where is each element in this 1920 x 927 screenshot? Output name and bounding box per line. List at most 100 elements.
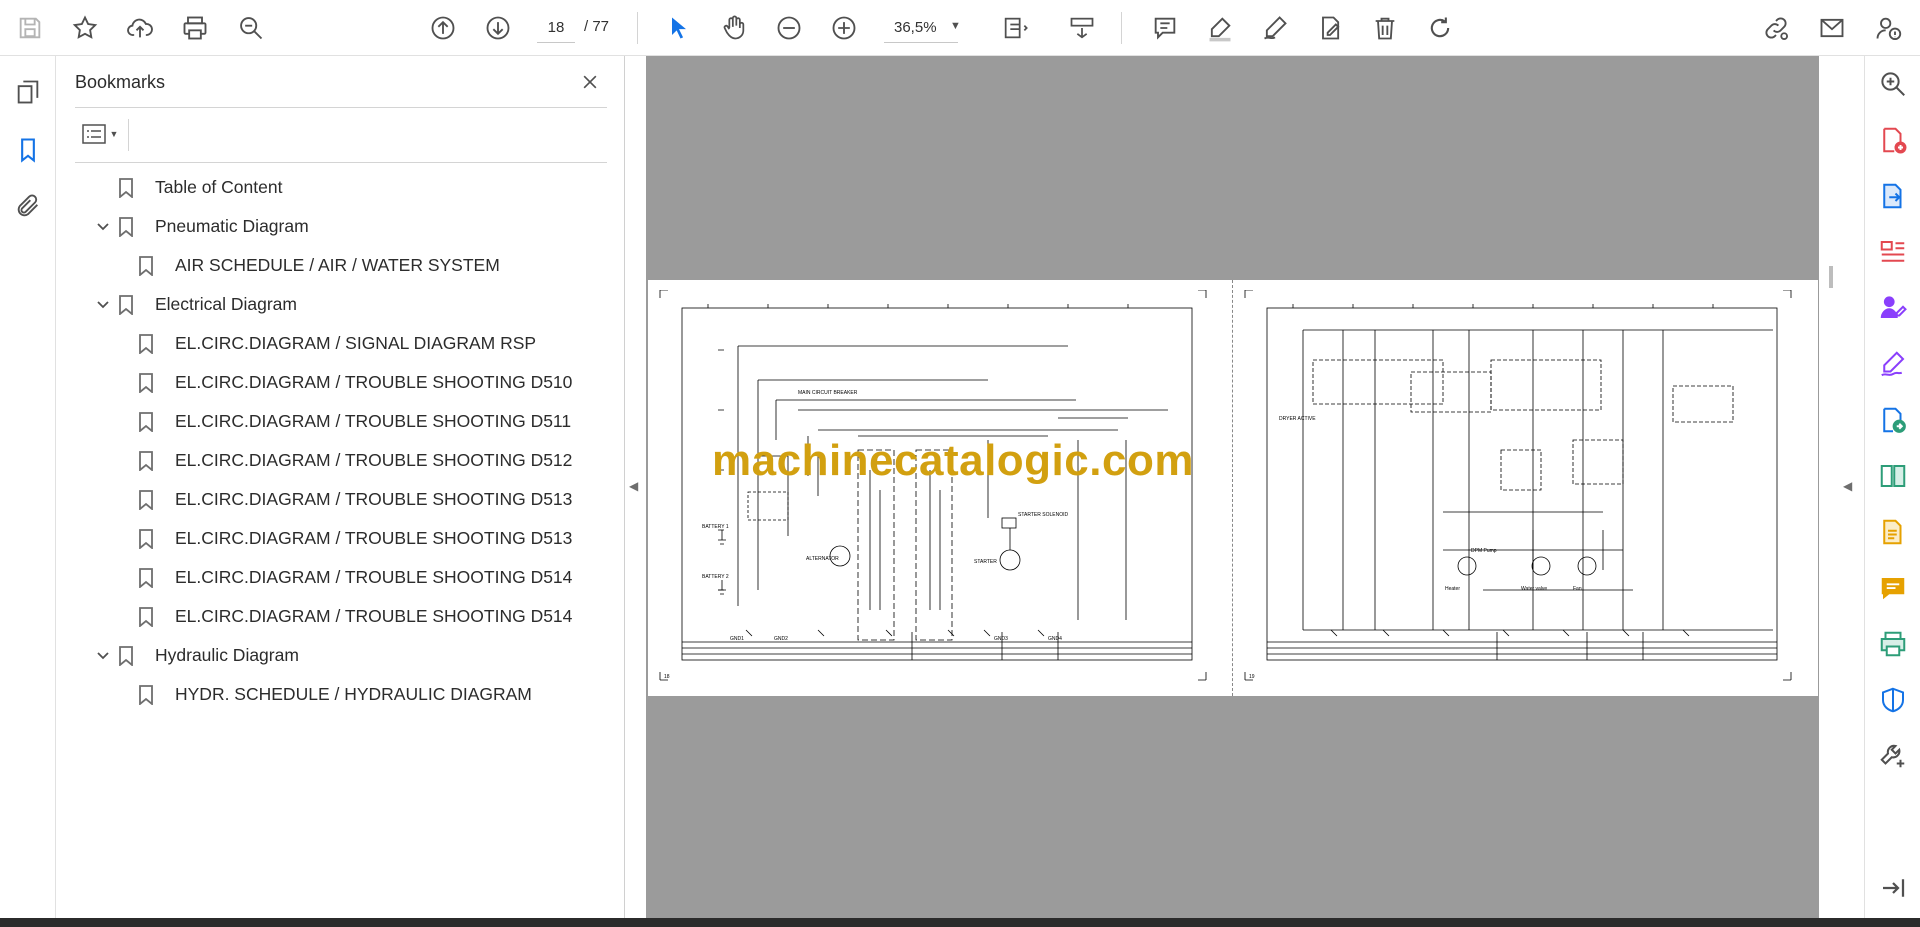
- schematic-label: GND1: [730, 636, 744, 642]
- rotate-icon[interactable]: [1420, 8, 1460, 48]
- bookmark-icon: [115, 177, 137, 199]
- bookmark-item[interactable]: EL.CIRC.DIAGRAM / TROUBLE SHOOTING D513: [113, 480, 572, 519]
- zoom-magnify-icon[interactable]: [1875, 66, 1911, 102]
- highlighter-icon[interactable]: [1200, 8, 1240, 48]
- zoom-out-icon[interactable]: [769, 8, 809, 48]
- zoom-level-input[interactable]: [884, 13, 958, 43]
- schematic-label: MAIN CIRCUIT BREAKER: [798, 390, 858, 396]
- page-spread: MAIN CIRCUIT BREAKER BATTERY 1 BATTERY 2…: [648, 280, 1818, 696]
- zoom-in-icon[interactable]: [824, 8, 864, 48]
- account-help-icon[interactable]: [1868, 8, 1908, 48]
- bookmark-label: Table of Content: [155, 177, 283, 197]
- more-tools-icon[interactable]: [1875, 738, 1911, 774]
- page-divider: [1232, 280, 1233, 696]
- bookmark-options-button[interactable]: ▼: [75, 117, 125, 151]
- draw-pen-icon[interactable]: [1255, 8, 1295, 48]
- send-file-icon[interactable]: [1875, 402, 1911, 438]
- bookmark-label: EL.CIRC.DIAGRAM / TROUBLE SHOOTING D511: [175, 411, 572, 431]
- bookmark-item[interactable]: Table of Content: [93, 168, 282, 207]
- bookmark-item[interactable]: EL.CIRC.DIAGRAM / TROUBLE SHOOTING D511: [113, 402, 571, 441]
- bookmark-item[interactable]: AIR SCHEDULE / AIR / WATER SYSTEM: [113, 246, 500, 285]
- zoom-dropdown-caret-icon[interactable]: ▼: [950, 20, 961, 32]
- schematic-label: GND3: [994, 636, 1008, 642]
- print-icon[interactable]: [175, 8, 215, 48]
- bookmark-label: EL.CIRC.DIAGRAM / TROUBLE SHOOTING D514: [175, 567, 573, 587]
- print-production-icon[interactable]: [1875, 626, 1911, 662]
- watermark-text: machinecatalogic.com: [712, 436, 1194, 485]
- chevron-down-icon[interactable]: [93, 217, 113, 237]
- page-total-label: / 77: [584, 18, 610, 35]
- scan-ocr-icon[interactable]: [1875, 514, 1911, 550]
- comment-icon[interactable]: [1145, 8, 1185, 48]
- collapse-panel-left-icon[interactable]: ◀: [629, 479, 638, 493]
- bookmark-item[interactable]: EL.CIRC.DIAGRAM / SIGNAL DIAGRAM RSP: [113, 324, 536, 363]
- organize-pages-icon[interactable]: [1875, 234, 1911, 270]
- chevron-down-icon[interactable]: [93, 295, 113, 315]
- next-page-icon[interactable]: [478, 8, 518, 48]
- schematic-label: BATTERY 2: [702, 574, 729, 580]
- email-icon[interactable]: [1812, 8, 1852, 48]
- bookmark-item[interactable]: EL.CIRC.DIAGRAM / TROUBLE SHOOTING D510: [113, 363, 572, 402]
- schematic-label: STARTER: [974, 559, 997, 565]
- create-pdf-icon[interactable]: [1875, 122, 1911, 158]
- protect-shield-icon[interactable]: [1875, 682, 1911, 718]
- delete-icon[interactable]: [1365, 8, 1405, 48]
- page-number-label: 19: [1249, 674, 1255, 680]
- bookmark-item[interactable]: EL.CIRC.DIAGRAM / TROUBLE SHOOTING D514: [113, 597, 572, 636]
- bookmark-icon: [135, 255, 157, 277]
- attachments-icon[interactable]: [8, 186, 48, 226]
- collapse-panel-right-icon[interactable]: ◀: [1843, 479, 1852, 493]
- bookmark-item[interactable]: Pneumatic Diagram: [93, 207, 309, 246]
- star-bookmark-icon[interactable]: [65, 8, 105, 48]
- bookmark-item[interactable]: EL.CIRC.DIAGRAM / TROUBLE SHOOTING D514: [113, 558, 572, 597]
- bookmark-label: Hydraulic Diagram: [155, 645, 299, 665]
- previous-page-icon[interactable]: [423, 8, 463, 48]
- export-pdf-icon[interactable]: [1875, 178, 1911, 214]
- bookmark-label: AIR SCHEDULE / AIR / WATER SYSTEM: [175, 255, 500, 275]
- page-fit-icon[interactable]: [995, 8, 1035, 48]
- expand-panel-icon[interactable]: [1875, 870, 1911, 906]
- save-icon[interactable]: [10, 8, 50, 48]
- page-thumbnails-icon[interactable]: [8, 72, 48, 112]
- bookmark-icon: [135, 684, 157, 706]
- bookmark-icon: [135, 606, 157, 628]
- document-scrollbar[interactable]: [1819, 56, 1843, 918]
- search-zoom-icon[interactable]: [231, 8, 271, 48]
- edit-document-icon[interactable]: [1310, 8, 1350, 48]
- chevron-down-icon[interactable]: [93, 646, 113, 666]
- bookmark-icon: [135, 567, 157, 589]
- scrollbar-thumb[interactable]: [1829, 266, 1833, 288]
- compare-files-icon[interactable]: [1875, 458, 1911, 494]
- bookmark-item[interactable]: EL.CIRC.DIAGRAM / TROUBLE SHOOTING D512: [113, 441, 572, 480]
- divider: [75, 162, 607, 163]
- bookmark-item[interactable]: HYDR. SCHEDULE / HYDRAULIC DIAGRAM: [113, 675, 532, 714]
- hand-tool-icon[interactable]: [714, 8, 754, 48]
- bookmark-item[interactable]: EL.CIRC.DIAGRAM / TROUBLE SHOOTING D513: [113, 519, 572, 558]
- scroll-mode-icon[interactable]: [1062, 8, 1102, 48]
- page-number-label: 18: [664, 674, 670, 680]
- bookmark-item[interactable]: Hydraulic Diagram: [93, 636, 299, 675]
- select-cursor-icon[interactable]: [659, 8, 699, 48]
- fill-sign-icon[interactable]: [1875, 346, 1911, 382]
- bookmark-label: Electrical Diagram: [155, 294, 297, 314]
- bookmark-item[interactable]: Electrical Diagram: [93, 285, 297, 324]
- bookmark-label: EL.CIRC.DIAGRAM / TROUBLE SHOOTING D513: [175, 489, 573, 509]
- comment-tool-icon[interactable]: [1875, 570, 1911, 606]
- bookmark-icon: [135, 372, 157, 394]
- schematic-label: STARTER SOLENOID: [1018, 512, 1068, 518]
- toolbar-divider: [637, 12, 638, 44]
- request-signatures-icon[interactable]: [1875, 290, 1911, 326]
- upload-cloud-icon[interactable]: [120, 8, 160, 48]
- close-icon[interactable]: [574, 66, 606, 98]
- share-link-icon[interactable]: [1756, 8, 1796, 48]
- bookmarks-icon[interactable]: [8, 130, 48, 170]
- schematic-label: ALTERNATOR: [806, 556, 839, 562]
- schematic-label: Water valve: [1521, 586, 1547, 592]
- page-number-input[interactable]: [537, 13, 575, 43]
- top-toolbar: / 77 ▼: [0, 0, 1920, 56]
- divider: [128, 119, 129, 151]
- left-page-schematic: MAIN CIRCUIT BREAKER BATTERY 1 BATTERY 2…: [659, 290, 1207, 681]
- schematic-label: DPM Pump: [1471, 548, 1497, 554]
- left-nav-rail: [0, 56, 56, 918]
- taskbar-strip: [0, 918, 1920, 927]
